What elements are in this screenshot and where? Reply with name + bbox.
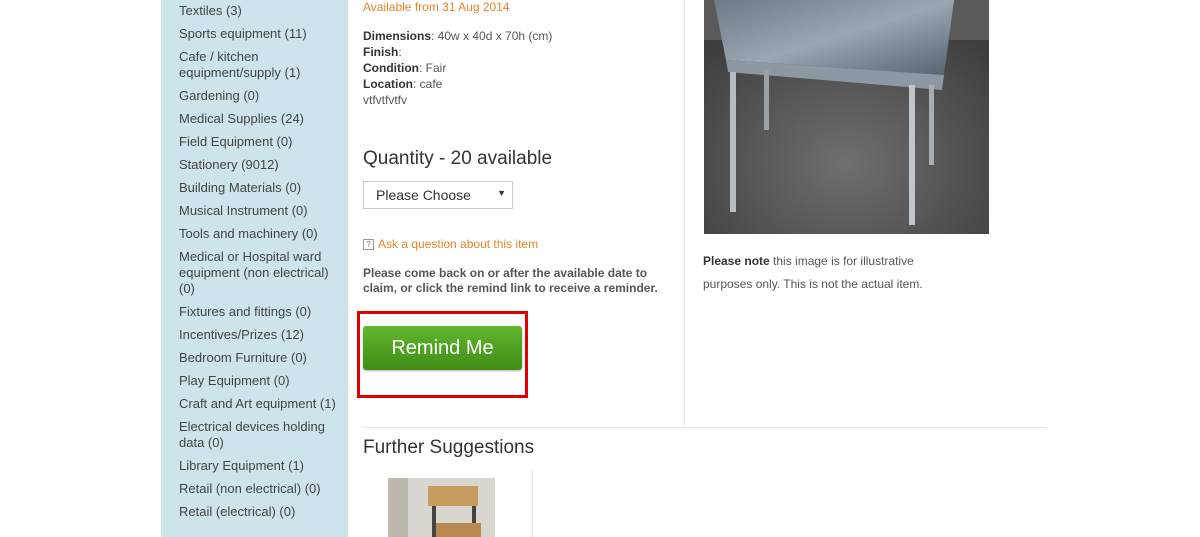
sidebar-category-item[interactable]: Building Materials (0): [179, 180, 339, 196]
condition-value: : Fair: [418, 61, 447, 75]
sidebar-category-item[interactable]: Craft and Art equipment (1): [179, 396, 339, 412]
quantity-heading: Quantity - 20 available: [363, 148, 553, 169]
sidebar-category-item[interactable]: Musical Instrument (0): [179, 203, 339, 219]
remind-me-button[interactable]: Remind Me: [363, 326, 522, 370]
chair-photo-image: [388, 478, 495, 537]
quantity-select[interactable]: Please Choose ▼: [363, 181, 513, 209]
ask-question-link[interactable]: ? Ask a question about this item: [363, 237, 538, 251]
sidebar-category-item[interactable]: Play Equipment (0): [179, 373, 339, 389]
sidebar-category-item[interactable]: Stationery (9012): [179, 157, 339, 173]
come-back-notice: Please come back on or after the availab…: [363, 266, 658, 295]
item-photo: [704, 0, 989, 234]
section-divider: [363, 427, 1046, 428]
condition-label: Condition: [363, 61, 419, 75]
sidebar-category-item[interactable]: Bedroom Furniture (0): [179, 350, 339, 366]
quantity-select-value: Please Choose: [376, 187, 471, 203]
further-suggestions-heading: Further Suggestions: [363, 437, 535, 458]
location-value: : cafe: [413, 77, 443, 91]
sidebar-category-item[interactable]: Retail (non electrical) (0): [179, 481, 339, 497]
sidebar-category-item[interactable]: Library Equipment (1): [179, 458, 339, 474]
finish-row: Finish:: [363, 44, 552, 60]
available-date: Available from 31 Aug 2014: [363, 0, 510, 14]
sidebar-category-item[interactable]: Textiles (3): [179, 3, 339, 19]
dimensions-row: Dimensions: 40w x 40d x 70h (cm): [363, 28, 552, 44]
item-specs: Dimensions: 40w x 40d x 70h (cm) Finish:…: [363, 28, 552, 108]
suggestion-divider: [532, 470, 533, 537]
ask-question-label: Ask a question about this item: [378, 237, 539, 251]
table-photo-image: [704, 0, 989, 234]
image-note-bold: Please note: [703, 254, 770, 268]
suggestion-thumbnail[interactable]: [388, 478, 495, 537]
sidebar-category-item[interactable]: Field Equipment (0): [179, 134, 339, 150]
sidebar-category-item[interactable]: Electrical devices holding data (0): [179, 419, 339, 451]
sidebar-category-item[interactable]: Sports equipment (11): [179, 26, 339, 42]
sidebar-category-item[interactable]: Medical or Hospital ward equipment (non …: [179, 249, 339, 297]
question-box-icon: ?: [363, 238, 374, 250]
sidebar-category-item[interactable]: Incentives/Prizes (12): [179, 327, 339, 343]
condition-row: Condition: Fair: [363, 60, 552, 76]
sidebar-category-item[interactable]: Medical Supplies (24): [179, 111, 339, 127]
finish-label: Finish: [363, 45, 399, 59]
sidebar-category-item[interactable]: Gardening (0): [179, 88, 339, 104]
finish-value: :: [398, 45, 402, 59]
dimensions-value: : 40w x 40d x 70h (cm): [431, 29, 553, 43]
image-note: Please note this image is for illustrati…: [703, 250, 953, 296]
location-row: Location: cafe: [363, 76, 552, 92]
item-description: vtfvtfvtfv: [363, 93, 408, 107]
sidebar-category-item[interactable]: Retail (electrical) (0): [179, 504, 339, 520]
sidebar-category-item[interactable]: Tools and machinery (0): [179, 226, 339, 242]
sidebar-category-item[interactable]: Cafe / kitchen equipment/supply (1): [179, 49, 339, 81]
caret-down-icon: ▼: [497, 188, 506, 198]
category-sidebar: Textiles (3) Sports equipment (11) Cafe / …: [161, 0, 348, 537]
category-list: Textiles (3) Sports equipment (11) Cafe / …: [179, 3, 339, 527]
location-label: Location: [363, 77, 413, 91]
dimensions-label: Dimensions: [363, 29, 432, 43]
column-divider: [684, 0, 685, 428]
sidebar-category-item[interactable]: Fixtures and fittings (0): [179, 304, 339, 320]
